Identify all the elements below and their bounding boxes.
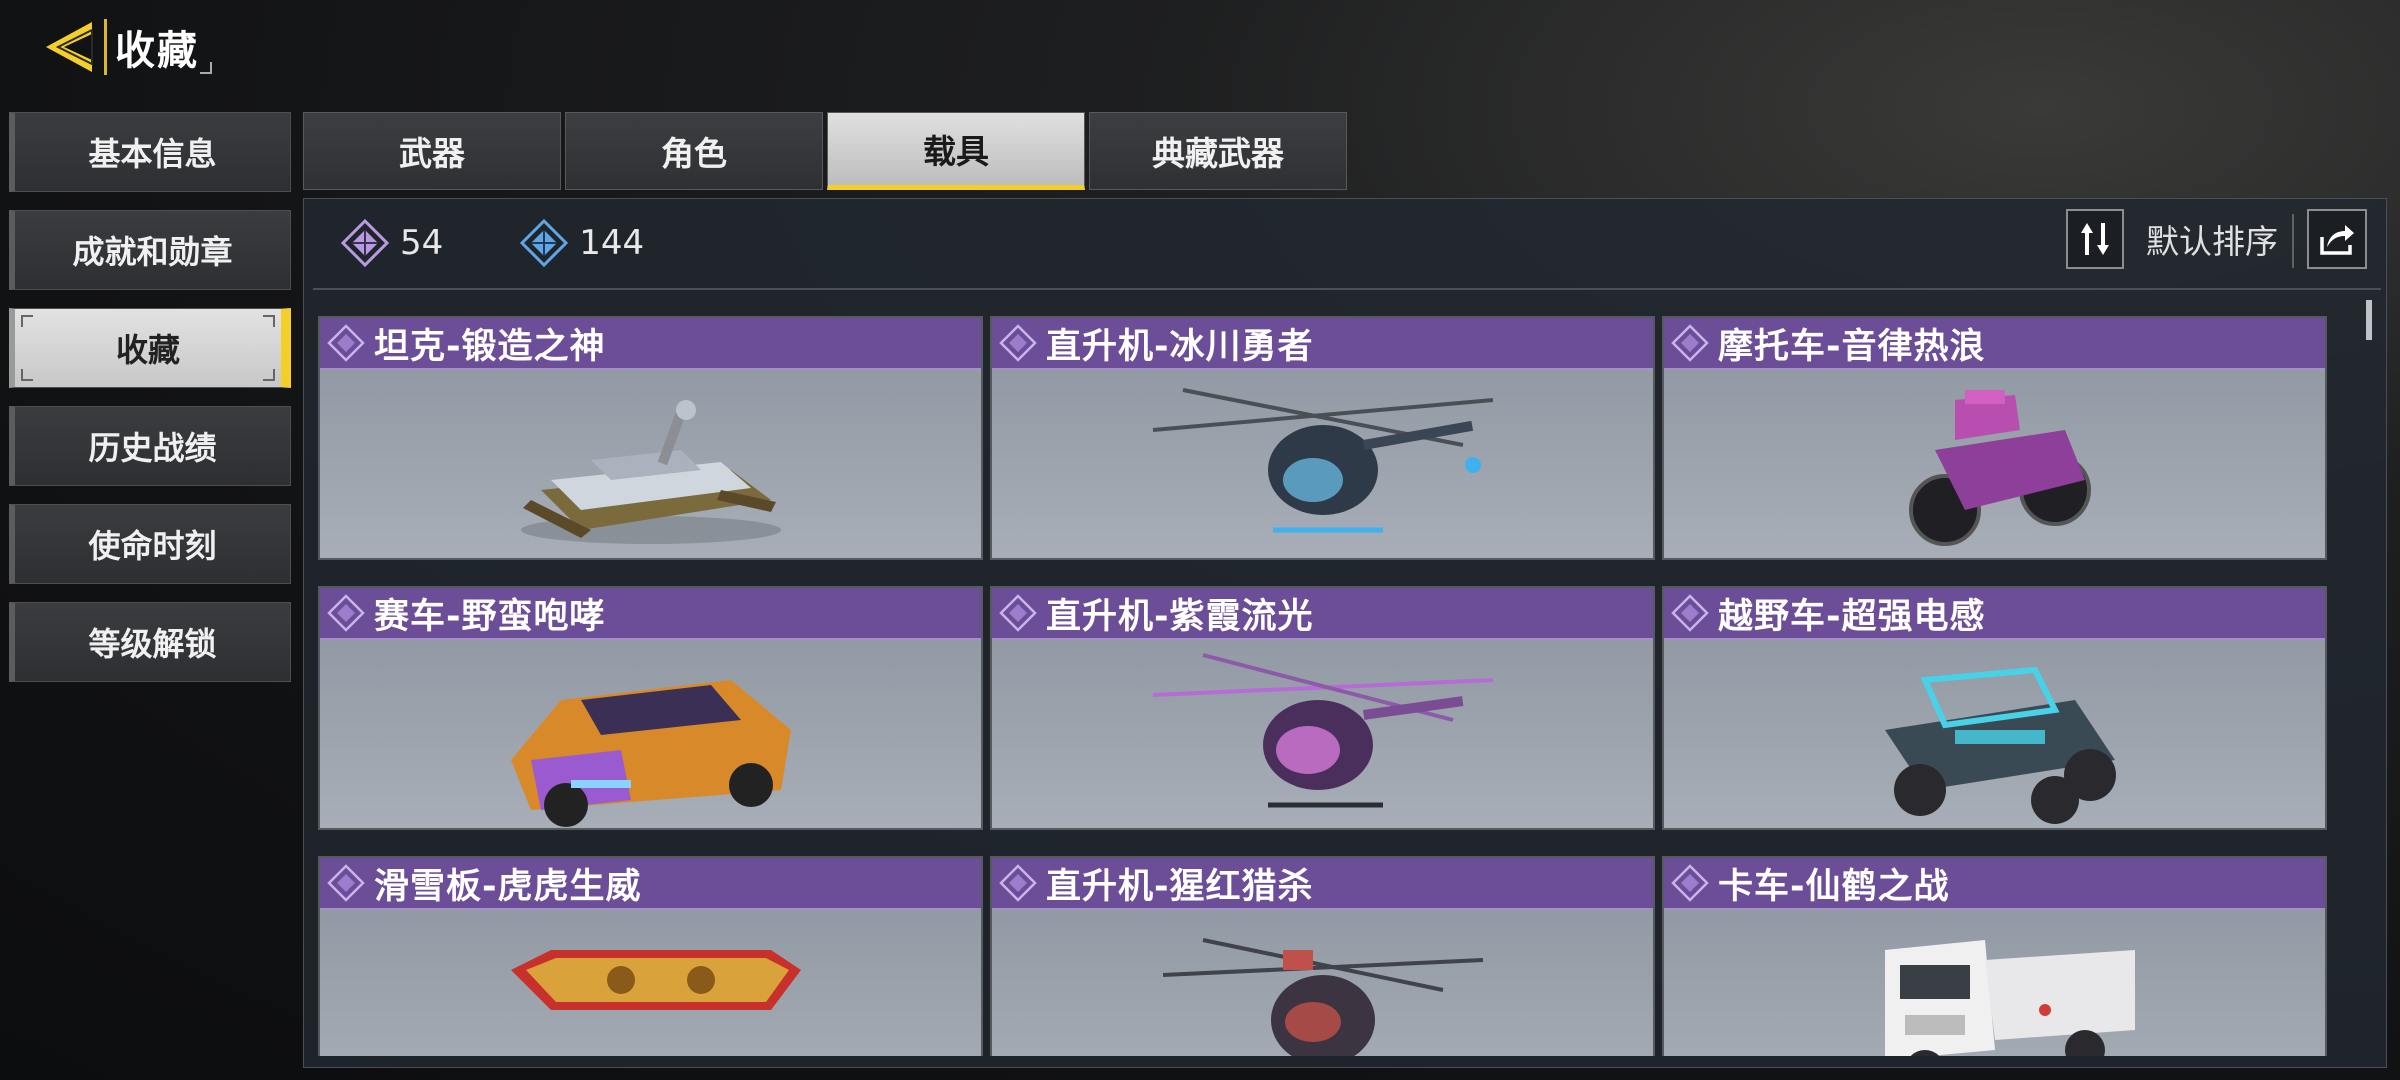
sidebar-item-label: 基本信息 xyxy=(88,135,217,173)
vehicle-card[interactable]: 卡车-仙鹤之战 xyxy=(1662,856,2327,1056)
tab-label: 武器 xyxy=(399,134,465,173)
card-title: 直升机-猩红猎杀 xyxy=(1046,866,1314,907)
sidebar-item-label: 等级解锁 xyxy=(88,625,217,663)
vehicle-card[interactable]: 直升机-冰川勇者 xyxy=(990,316,1655,560)
motorcycle-icon xyxy=(1664,370,2325,558)
rarity-diamond-icon xyxy=(327,864,365,902)
tab-label: 典藏武器 xyxy=(1152,134,1284,173)
tank-icon xyxy=(320,370,981,558)
sort-toggle-button[interactable] xyxy=(2066,209,2124,269)
selection-corner xyxy=(21,369,33,381)
sort-arrows-icon xyxy=(2081,223,2109,255)
rarity-diamond-icon xyxy=(999,864,1037,902)
card-header: 卡车-仙鹤之战 xyxy=(1664,858,2325,910)
sidebar-item-basic-info[interactable]: 基本信息 xyxy=(9,112,291,192)
card-title: 赛车-野蛮咆哮 xyxy=(374,596,606,637)
blue-rarity-stat: 144 xyxy=(519,218,644,268)
sidebar-item-collection[interactable]: 收藏 xyxy=(9,308,291,388)
sidebar-item-label: 使命时刻 xyxy=(88,527,217,565)
back-button[interactable]: 收藏 xyxy=(38,14,212,80)
title-divider xyxy=(104,19,107,75)
card-title: 坦克-锻造之神 xyxy=(374,326,606,367)
sidebar-item-achievements[interactable]: 成就和勋章 xyxy=(9,210,291,290)
tab-weapons[interactable]: 武器 xyxy=(303,112,561,190)
sidebar-item-label: 历史战绩 xyxy=(88,429,217,467)
selection-corner xyxy=(263,369,275,381)
helicopter-icon xyxy=(992,370,1653,558)
card-header: 坦克-锻造之神 xyxy=(320,318,981,370)
tab-label: 载具 xyxy=(923,132,989,171)
card-header: 直升机-猩红猎杀 xyxy=(992,858,1653,910)
offroad-buggy-icon xyxy=(1664,640,2325,828)
card-header: 摩托车-音律热浪 xyxy=(1664,318,2325,370)
helicopter-icon xyxy=(992,640,1653,828)
title-corner-tick xyxy=(200,62,212,74)
card-title: 直升机-紫霞流光 xyxy=(1046,596,1314,637)
vehicle-card[interactable]: 摩托车-音律热浪 xyxy=(1662,316,2327,560)
selection-corner xyxy=(263,315,275,327)
sidebar-item-mission-moments[interactable]: 使命时刻 xyxy=(9,504,291,584)
snowboard-icon xyxy=(320,910,981,1056)
tab-vehicles[interactable]: 载具 xyxy=(827,112,1085,190)
card-title: 摩托车-音律热浪 xyxy=(1718,326,1986,367)
rarity-stats: 54 144 xyxy=(340,218,720,268)
selection-corner xyxy=(21,315,33,327)
vehicle-card[interactable]: 坦克-锻造之神 xyxy=(318,316,983,560)
sort-divider xyxy=(2292,214,2294,268)
vehicle-card[interactable]: 直升机-猩红猎杀 xyxy=(990,856,1655,1056)
card-header: 直升机-冰川勇者 xyxy=(992,318,1653,370)
vehicle-card[interactable]: 滑雪板-虎虎生威 xyxy=(318,856,983,1056)
tab-label: 角色 xyxy=(661,134,727,173)
race-car-icon xyxy=(320,640,981,828)
card-header: 直升机-紫霞流光 xyxy=(992,588,1653,640)
blue-count: 144 xyxy=(579,223,645,263)
header-divider xyxy=(313,288,2381,290)
card-title: 卡车-仙鹤之战 xyxy=(1718,866,1950,907)
rarity-diamond-icon xyxy=(1671,594,1709,632)
vehicle-card[interactable]: 赛车-野蛮咆哮 xyxy=(318,586,983,830)
rarity-diamond-icon xyxy=(999,594,1037,632)
sidebar-item-level-unlocks[interactable]: 等级解锁 xyxy=(9,602,291,682)
card-header: 滑雪板-虎虎生威 xyxy=(320,858,981,910)
purple-diamond-icon xyxy=(340,218,390,268)
sidebar-item-label: 成就和勋章 xyxy=(72,233,233,271)
tab-collector-weapons[interactable]: 典藏武器 xyxy=(1089,112,1347,190)
rarity-diamond-icon xyxy=(1671,324,1709,362)
rarity-diamond-icon xyxy=(999,324,1037,362)
card-title: 越野车-超强电感 xyxy=(1718,596,1986,637)
truck-icon xyxy=(1664,910,2325,1056)
card-header: 越野车-超强电感 xyxy=(1664,588,2325,640)
rarity-diamond-icon xyxy=(327,594,365,632)
card-header: 赛车-野蛮咆哮 xyxy=(320,588,981,640)
sidebar-item-label: 收藏 xyxy=(115,331,180,369)
tab-characters[interactable]: 角色 xyxy=(565,112,823,190)
card-title: 直升机-冰川勇者 xyxy=(1046,326,1314,367)
card-title: 滑雪板-虎虎生威 xyxy=(374,866,642,907)
rarity-diamond-icon xyxy=(1671,864,1709,902)
purple-rarity-stat: 54 xyxy=(340,218,443,268)
blue-diamond-icon xyxy=(520,218,569,268)
share-button[interactable] xyxy=(2307,209,2367,269)
vehicle-card[interactable]: 直升机-紫霞流光 xyxy=(990,586,1655,830)
scrollbar-thumb[interactable] xyxy=(2366,300,2372,340)
sort-label[interactable]: 默认排序 xyxy=(2146,219,2278,265)
helicopter-icon xyxy=(992,910,1653,1056)
vehicle-grid: 坦克-锻造之神 直升机-冰川勇者 摩托车-音律热浪 赛车-野蛮咆哮 直升机-紫霞… xyxy=(318,316,2338,1056)
rarity-diamond-icon xyxy=(327,324,365,362)
page-title: 收藏 xyxy=(115,28,199,74)
sidebar-item-match-history[interactable]: 历史战绩 xyxy=(9,406,291,486)
purple-count: 54 xyxy=(400,223,444,263)
vehicle-card[interactable]: 越野车-超强电感 xyxy=(1662,586,2327,830)
back-arrow-icon xyxy=(46,22,93,72)
share-icon xyxy=(2320,225,2354,255)
